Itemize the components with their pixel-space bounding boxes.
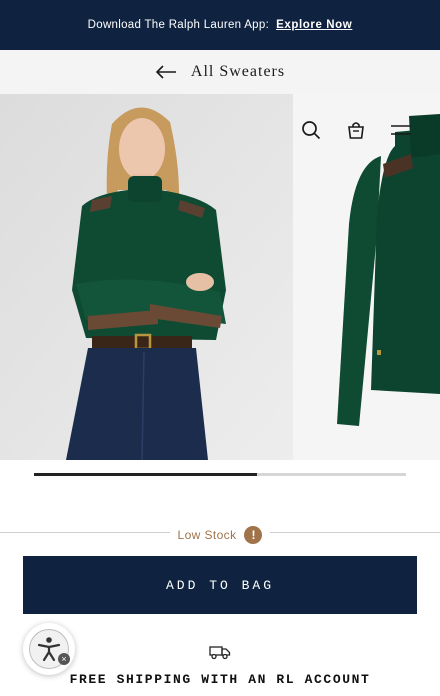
arrow-left-icon[interactable] (155, 65, 177, 79)
menu-button[interactable] (389, 118, 413, 142)
accessibility-button[interactable]: × (23, 623, 75, 675)
back-link-all-sweaters[interactable]: All Sweaters (191, 63, 285, 81)
carousel-progress-track[interactable] (34, 473, 406, 476)
product-image-gallery[interactable] (0, 94, 440, 460)
truck-icon (209, 646, 231, 660)
close-icon[interactable]: × (58, 653, 70, 665)
carousel-progress-indicator (34, 473, 258, 476)
product-image-model (0, 94, 293, 460)
free-shipping-text: FREE SHIPPING WITH AN RL ACCOUNT (69, 672, 371, 687)
alert-icon: ! (244, 526, 263, 544)
low-stock-label: Low Stock (177, 528, 237, 542)
promo-text: Download The Ralph Lauren App: (87, 19, 270, 31)
shopping-bag-icon (348, 122, 364, 139)
search-icon (302, 121, 321, 140)
stock-pill: Low Stock ! (169, 526, 271, 544)
search-button[interactable] (299, 118, 323, 142)
explore-now-link[interactable]: Explore Now (276, 19, 352, 31)
add-to-bag-button[interactable]: ADD TO BAG (23, 556, 417, 614)
product-image-flat (293, 94, 440, 460)
stock-indicator: Low Stock ! (0, 522, 440, 548)
bag-button[interactable] (344, 118, 368, 142)
promo-banner: Download The Ralph Lauren App: Explore N… (0, 0, 440, 50)
menu-icon (391, 125, 411, 135)
back-navigation: All Sweaters (0, 50, 440, 94)
